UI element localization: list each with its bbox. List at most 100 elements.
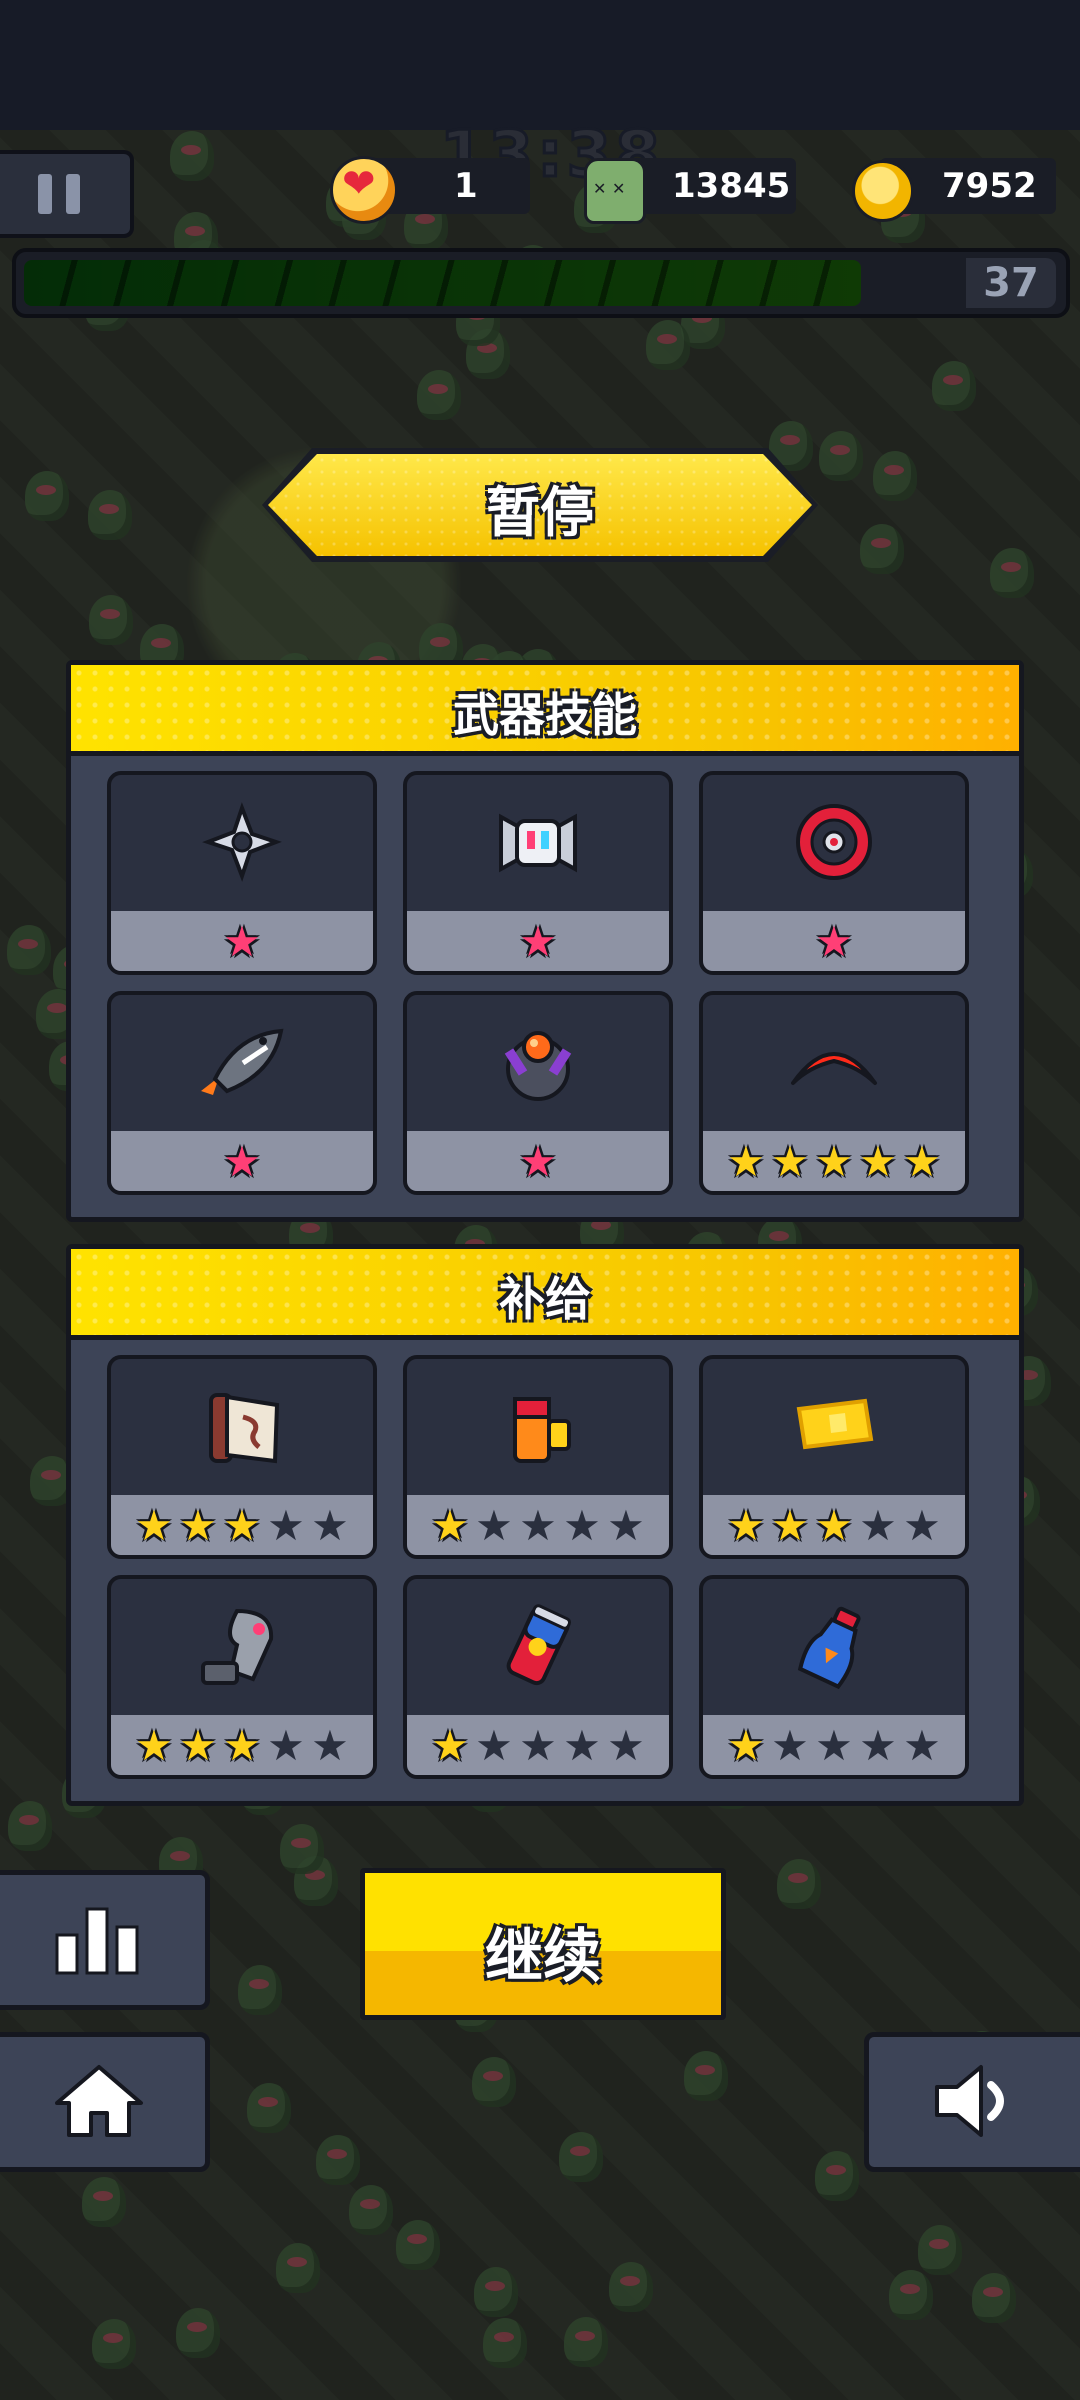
enemy-blob: [609, 2262, 653, 2312]
coin-icon: [852, 160, 914, 222]
enemy-blob: [247, 2083, 291, 2133]
star-rating: ★: [111, 1139, 373, 1185]
enemy-blob: [472, 2057, 516, 2107]
enemy-blob: [89, 595, 133, 645]
star-empty-icon: ★: [563, 1721, 601, 1770]
enemy-blob: [815, 2151, 859, 2201]
star-rating: ★ ★ ★ ★ ★: [703, 1503, 965, 1549]
enemy-blob: [417, 370, 461, 420]
star-empty-icon: ★: [859, 1721, 897, 1770]
star-filled-icon: ★: [815, 1137, 853, 1186]
pause-icon-bar: [66, 174, 80, 214]
enemy-blob: [777, 1859, 821, 1909]
weapon-skills-panel: 武器技能 ★ ★ ★ ★ ★ ★ ★ ★ ★ ★: [66, 660, 1024, 1222]
weapon-slot[interactable]: ★: [107, 991, 377, 1195]
lives-value: 1: [454, 166, 478, 206]
continue-button[interactable]: 继续: [360, 1868, 726, 2020]
star-filled-icon: ★: [179, 1721, 217, 1770]
enemy-blob: [932, 361, 976, 411]
weapon-slot[interactable]: ★: [403, 771, 673, 975]
enemy-blob: [82, 2177, 126, 2227]
orb-turret-icon: [493, 1017, 583, 1107]
weapon-slot[interactable]: ★: [699, 771, 969, 975]
enemy-blob: [559, 2132, 603, 2182]
enemy-blob: [7, 925, 51, 975]
enemy-blob: [396, 2220, 440, 2270]
star-filled-icon: ★: [223, 1137, 261, 1186]
shuriken-icon: [197, 797, 287, 887]
weapon-slot[interactable]: ★: [403, 991, 673, 1195]
supply-slot[interactable]: ★ ★ ★ ★ ★: [107, 1575, 377, 1779]
scroll-icon: [197, 1381, 287, 1471]
star-filled-icon: ★: [223, 1501, 261, 1550]
home-button[interactable]: [0, 2032, 210, 2172]
star-rating: ★ ★ ★ ★ ★: [407, 1503, 669, 1549]
star-filled-icon: ★: [519, 917, 557, 966]
experience-bar: 37: [12, 248, 1070, 318]
star-rating: ★: [407, 919, 669, 965]
enemy-blob: [276, 2243, 320, 2293]
enemy-blob: [990, 548, 1034, 598]
enemy-blob: [176, 2308, 220, 2358]
star-rating: ★: [111, 919, 373, 965]
weapon-skills-title: 武器技能: [453, 688, 637, 742]
star-empty-icon: ★: [475, 1501, 513, 1550]
gold-ticket-icon: [789, 1381, 879, 1471]
boomerang-icon: [789, 1017, 879, 1107]
pause-title-banner: 暂停: [262, 448, 818, 562]
supply-slot[interactable]: ★ ★ ★ ★ ★: [699, 1355, 969, 1559]
supply-slot[interactable]: ★ ★ ★ ★ ★: [699, 1575, 969, 1779]
stats-button[interactable]: [0, 1870, 210, 2010]
pause-button[interactable]: [0, 150, 134, 238]
continue-label: 继续: [484, 1922, 601, 1990]
star-empty-icon: ★: [267, 1721, 305, 1770]
enemy-blob: [819, 431, 863, 481]
weapon-slot[interactable]: ★ ★ ★ ★ ★: [699, 991, 969, 1195]
experience-fill: [24, 260, 861, 306]
star-empty-icon: ★: [815, 1721, 853, 1770]
enemy-blob: [238, 1965, 282, 2015]
weapon-slot[interactable]: ★: [107, 771, 377, 975]
enemy-blob: [25, 471, 69, 521]
status-bar-area: [0, 0, 1080, 130]
star-empty-icon: ★: [563, 1501, 601, 1550]
star-filled-icon: ★: [771, 1501, 809, 1550]
red-saw-icon: [789, 797, 879, 887]
enemy-blob: [483, 2318, 527, 2368]
enemy-blob: [918, 2225, 962, 2275]
enemy-blob: [8, 1801, 52, 1851]
star-filled-icon: ★: [519, 1137, 557, 1186]
enemy-blob: [860, 524, 904, 574]
bar-chart-icon: [55, 1907, 139, 1975]
star-rating: ★ ★ ★ ★ ★: [703, 1139, 965, 1185]
supply-slot[interactable]: ★ ★ ★ ★ ★: [403, 1575, 673, 1779]
home-icon: [55, 2065, 143, 2137]
star-filled-icon: ★: [815, 917, 853, 966]
enemy-blob: [170, 131, 214, 181]
supplies-title: 补给: [499, 1272, 591, 1326]
supply-slot[interactable]: ★ ★ ★ ★ ★: [107, 1355, 377, 1559]
supply-slot[interactable]: ★ ★ ★ ★ ★: [403, 1355, 673, 1559]
star-filled-icon: ★: [727, 1721, 765, 1770]
zombie-kill-icon: [584, 158, 646, 224]
sound-button[interactable]: [864, 2032, 1080, 2172]
star-rating: ★: [407, 1139, 669, 1185]
star-empty-icon: ★: [903, 1721, 941, 1770]
star-filled-icon: ★: [771, 1137, 809, 1186]
enemy-blob: [280, 1824, 324, 1874]
star-filled-icon: ★: [815, 1501, 853, 1550]
enemy-blob: [349, 2185, 393, 2235]
battery-icon: [493, 1381, 583, 1471]
shark-rocket-icon: [197, 1017, 287, 1107]
star-filled-icon: ★: [727, 1501, 765, 1550]
star-empty-icon: ★: [519, 1501, 557, 1550]
star-filled-icon: ★: [179, 1501, 217, 1550]
weapon-skills-header: 武器技能: [71, 665, 1019, 756]
star-empty-icon: ★: [519, 1721, 557, 1770]
enemy-blob: [646, 320, 690, 370]
enemy-blob: [972, 2273, 1016, 2323]
armguard-icon: [197, 1601, 287, 1691]
star-rating: ★: [703, 919, 965, 965]
star-filled-icon: ★: [431, 1721, 469, 1770]
star-empty-icon: ★: [607, 1501, 645, 1550]
